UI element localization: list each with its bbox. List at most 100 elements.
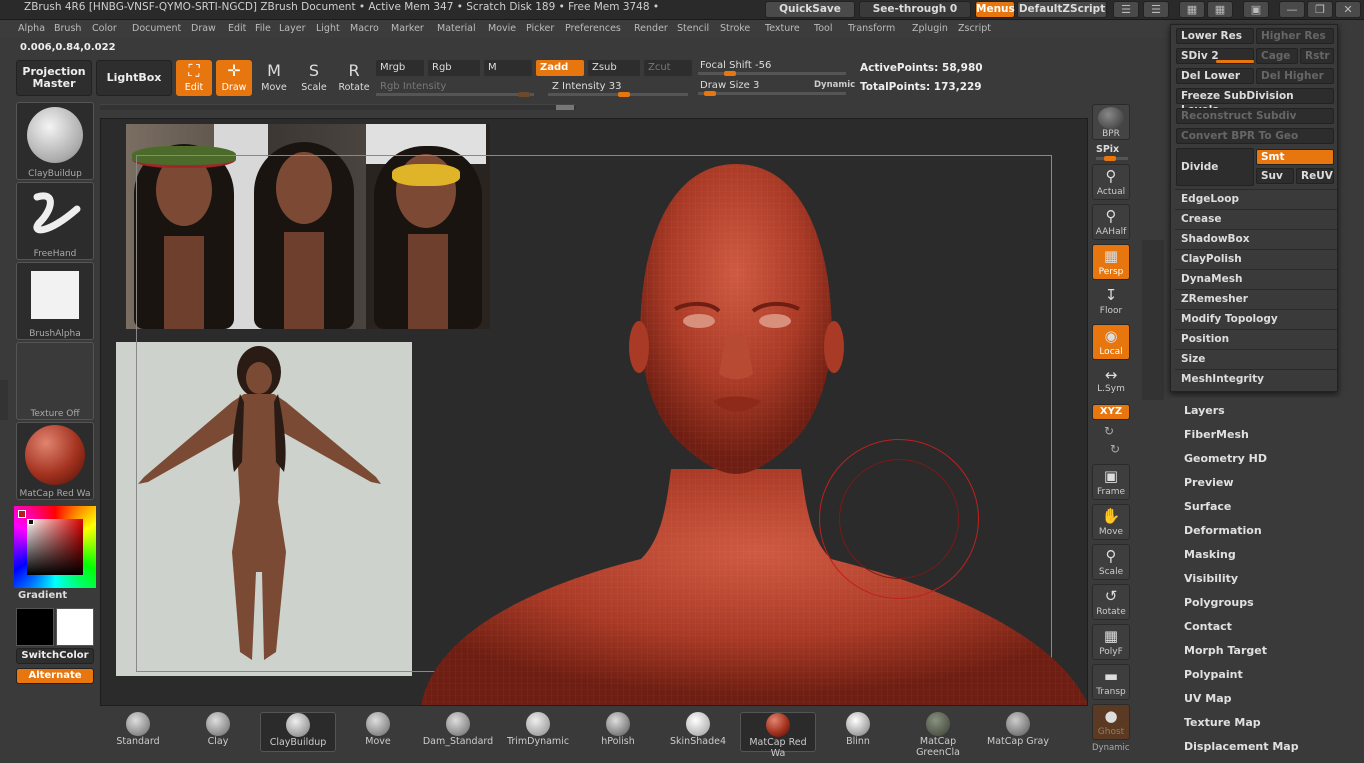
material-slot[interactable]: MatCap Red Wa [16,422,94,500]
close-icon[interactable]: ✕ [1335,1,1361,18]
menu-color[interactable]: Color [92,23,117,34]
displacement-map-section[interactable]: Displacement Map [1184,740,1299,753]
menu-render[interactable]: Render [634,23,668,34]
rgb-button[interactable]: Rgb [428,60,480,76]
menu-movie[interactable]: Movie [488,23,516,34]
ghost-button[interactable]: ● Ghost [1092,704,1130,740]
menu-picker[interactable]: Picker [526,23,554,34]
xyz-button[interactable]: XYZ [1092,404,1130,420]
geometry-hd-section[interactable]: Geometry HD [1184,452,1267,465]
menu-zscript[interactable]: Zscript [958,23,991,34]
rotate-mode-button[interactable]: R Rotate [336,60,372,96]
preview-section[interactable]: Preview [1184,476,1234,489]
dynamic-toggle[interactable]: Dynamic [814,80,855,90]
lock-icon[interactable]: ▣ [1243,1,1269,18]
zcut-button[interactable]: Zcut [644,60,692,76]
menu-document[interactable]: Document [132,23,181,34]
menu-layer[interactable]: Layer [279,23,306,34]
brush-clay[interactable]: Clay [180,712,256,752]
polyf-button[interactable]: ▦ PolyF [1092,624,1130,660]
quicksave-button[interactable]: QuickSave [765,1,855,18]
menu-transform[interactable]: Transform [848,23,895,34]
spix-track[interactable] [1096,156,1128,161]
menu-file[interactable]: File [255,23,271,34]
brush-hpolish[interactable]: hPolish [580,712,656,752]
divide-button[interactable]: Divide [1176,148,1254,186]
menu-stroke[interactable]: Stroke [720,23,750,34]
lightbox-button[interactable]: LightBox [96,60,172,96]
del-higher-button[interactable]: Del Higher [1256,68,1334,84]
transp-button[interactable]: ▬ Transp [1092,664,1130,700]
masking-section[interactable]: Masking [1184,548,1236,561]
stroke-slot[interactable]: FreeHand [16,182,94,260]
layers-section[interactable]: Layers [1184,404,1225,417]
uv-map-section[interactable]: UV Map [1184,692,1232,705]
modify-topology-section[interactable]: Modify Topology [1175,309,1337,328]
fibermesh-section[interactable]: FiberMesh [1184,428,1249,441]
reconstruct-subdiv-button[interactable]: Reconstruct Subdiv [1176,108,1334,124]
scale-mode-button[interactable]: S Scale [296,60,332,96]
menu-stencil[interactable]: Stencil [677,23,709,34]
contact-section[interactable]: Contact [1184,620,1232,633]
brush-standard[interactable]: Standard [100,712,176,752]
cage-button[interactable]: Cage [1256,48,1298,64]
crease-section[interactable]: Crease [1175,209,1337,228]
lsym-button[interactable]: ↔ L.Sym [1092,366,1130,396]
scrollbar[interactable] [100,104,576,110]
draw-size-track[interactable] [698,91,846,96]
texture-map-section[interactable]: Texture Map [1184,716,1261,729]
rotate-axis2-icon[interactable]: ↻ [1110,442,1120,456]
convert-bpr-button[interactable]: Convert BPR To Geo [1176,128,1334,144]
zsub-button[interactable]: Zsub [588,60,640,76]
zremesher-section[interactable]: ZRemesher [1175,289,1337,308]
restore-icon[interactable]: ❐ [1307,1,1333,18]
del-lower-button[interactable]: Del Lower [1176,68,1254,84]
scroll-right-icon[interactable]: ☰ [1143,1,1169,18]
z-intensity-track[interactable] [548,92,688,97]
texture-slot[interactable]: Texture Off [16,342,94,420]
higher-res-button[interactable]: Higher Res [1256,28,1334,44]
main-color-swatch[interactable] [16,608,54,646]
brush-slot[interactable]: ClayBuildup [16,102,94,180]
local-button[interactable]: ◉ Local [1092,324,1130,360]
reuv-button[interactable]: ReUV [1296,168,1334,184]
move-mode-button[interactable]: M Move [256,60,292,96]
bpr-button[interactable]: BPR [1092,104,1130,140]
persp-button[interactable]: ▦ Persp [1092,244,1130,280]
menu-tool[interactable]: Tool [814,23,832,34]
polypaint-section[interactable]: Polypaint [1184,668,1243,681]
alpha-slot[interactable]: BrushAlpha [16,262,94,340]
switchcolor-button[interactable]: SwitchColor [16,648,94,664]
layout-icon[interactable]: ▦ [1179,1,1205,18]
brush-move[interactable]: Move [340,712,416,752]
sdiv-knob[interactable] [1216,60,1254,63]
scroll-icon[interactable]: ☰ [1113,1,1139,18]
polygroups-section[interactable]: Polygroups [1184,596,1254,609]
rotate-axis-icon[interactable]: ↻ [1104,424,1114,438]
menu-marker[interactable]: Marker [391,23,424,34]
rotate-view-button[interactable]: ↺ Rotate [1092,584,1130,620]
menu-material[interactable]: Material [437,23,476,34]
menu-preferences[interactable]: Preferences [565,23,621,34]
floor-button[interactable]: ↧ Floor [1092,284,1130,320]
menu-light[interactable]: Light [316,23,340,34]
default-zscript-button[interactable]: DefaultZScript [1017,1,1107,18]
actual-button[interactable]: ⚲ Actual [1092,164,1130,200]
zadd-button[interactable]: Zadd [536,60,584,76]
edit-mode-button[interactable]: ⛶ Edit [176,60,212,96]
gradient-label[interactable]: Gradient [18,590,67,601]
surface-section[interactable]: Surface [1184,500,1231,513]
menus-button[interactable]: Menus [975,1,1015,18]
morph-target-section[interactable]: Morph Target [1184,644,1267,657]
rgb-intensity-track[interactable] [376,92,534,97]
dynamesh-section[interactable]: DynaMesh [1175,269,1337,288]
menu-draw[interactable]: Draw [191,23,216,34]
material-matcap-gray[interactable]: MatCap Gray [980,712,1056,752]
minimize-icon[interactable]: — [1279,1,1305,18]
spix-slider[interactable]: SPix [1096,144,1119,155]
material-matcap-red[interactable]: MatCap Red Wa [740,712,816,759]
position-section[interactable]: Position [1175,329,1337,348]
claypolish-section[interactable]: ClayPolish [1175,249,1337,268]
material-skinshade4[interactable]: SkinShade4 [660,712,736,752]
menu-alpha[interactable]: Alpha [18,23,45,34]
